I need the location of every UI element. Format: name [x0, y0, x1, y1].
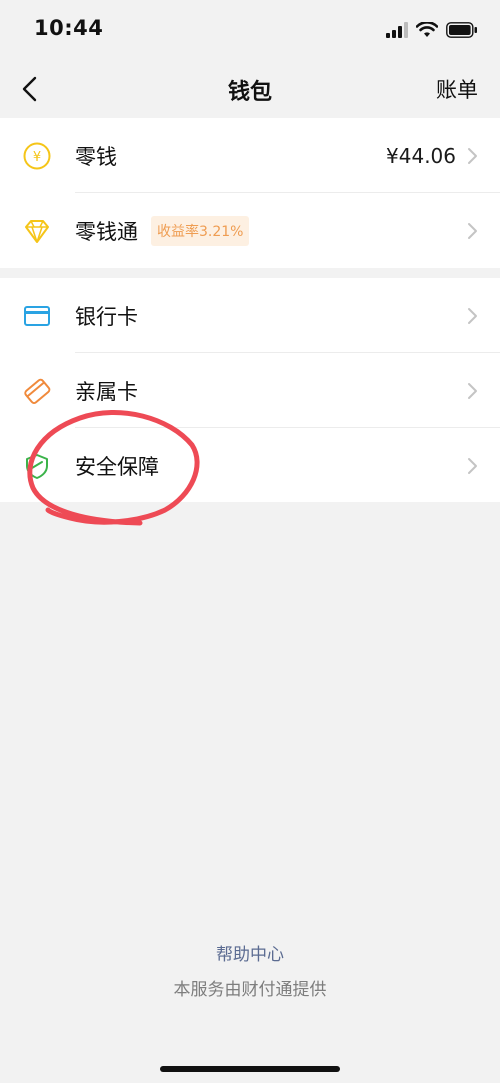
yield-badge: 收益率3.21% [151, 215, 250, 246]
bank-card-row[interactable]: 银行卡 [0, 278, 500, 353]
family-card-icon [22, 376, 52, 406]
signal-icon [386, 22, 408, 38]
help-center-link[interactable]: 帮助中心 [0, 940, 500, 965]
status-bar: 10:44 [0, 0, 500, 60]
svg-text:¥: ¥ [33, 150, 41, 165]
battery-icon [446, 22, 477, 38]
security-row[interactable]: 安全保障 [0, 428, 500, 503]
provider-text: 本服务由财付通提供 [173, 980, 327, 1000]
bank-card-icon [22, 301, 52, 331]
balance-value: ¥44.06 [386, 143, 456, 168]
balance-row[interactable]: ¥ 零钱 ¥44.06 [0, 118, 500, 193]
family-card-row[interactable]: 亲属卡 [0, 353, 500, 428]
security-label: 安全保障 [75, 454, 159, 479]
cards-group: 银行卡 亲属卡 安全保障 [0, 278, 500, 502]
coin-icon: ¥ [22, 141, 52, 171]
shield-icon [22, 451, 52, 481]
bill-button[interactable]: 账单 [436, 74, 478, 104]
status-time: 10:44 [34, 16, 104, 40]
family-card-label: 亲属卡 [75, 379, 138, 404]
wifi-icon [416, 22, 438, 37]
bank-card-label: 银行卡 [75, 304, 138, 329]
balance-label: 零钱 [75, 144, 117, 169]
chevron-right-icon [468, 307, 477, 324]
fund-label: 零钱通 [75, 219, 138, 244]
nav-bar: 钱包 账单 [0, 60, 500, 118]
home-indicator [160, 1066, 340, 1072]
chevron-right-icon [468, 382, 477, 399]
chevron-right-icon [468, 222, 477, 239]
wallet-group: ¥ 零钱 ¥44.06 零钱通 收益率3.21% [0, 118, 500, 268]
diamond-icon [22, 216, 52, 246]
fund-row[interactable]: 零钱通 收益率3.21% [0, 193, 500, 268]
chevron-right-icon [468, 457, 477, 474]
page-title: 钱包 [227, 80, 272, 105]
status-icons [386, 20, 478, 40]
chevron-right-icon [468, 147, 477, 164]
